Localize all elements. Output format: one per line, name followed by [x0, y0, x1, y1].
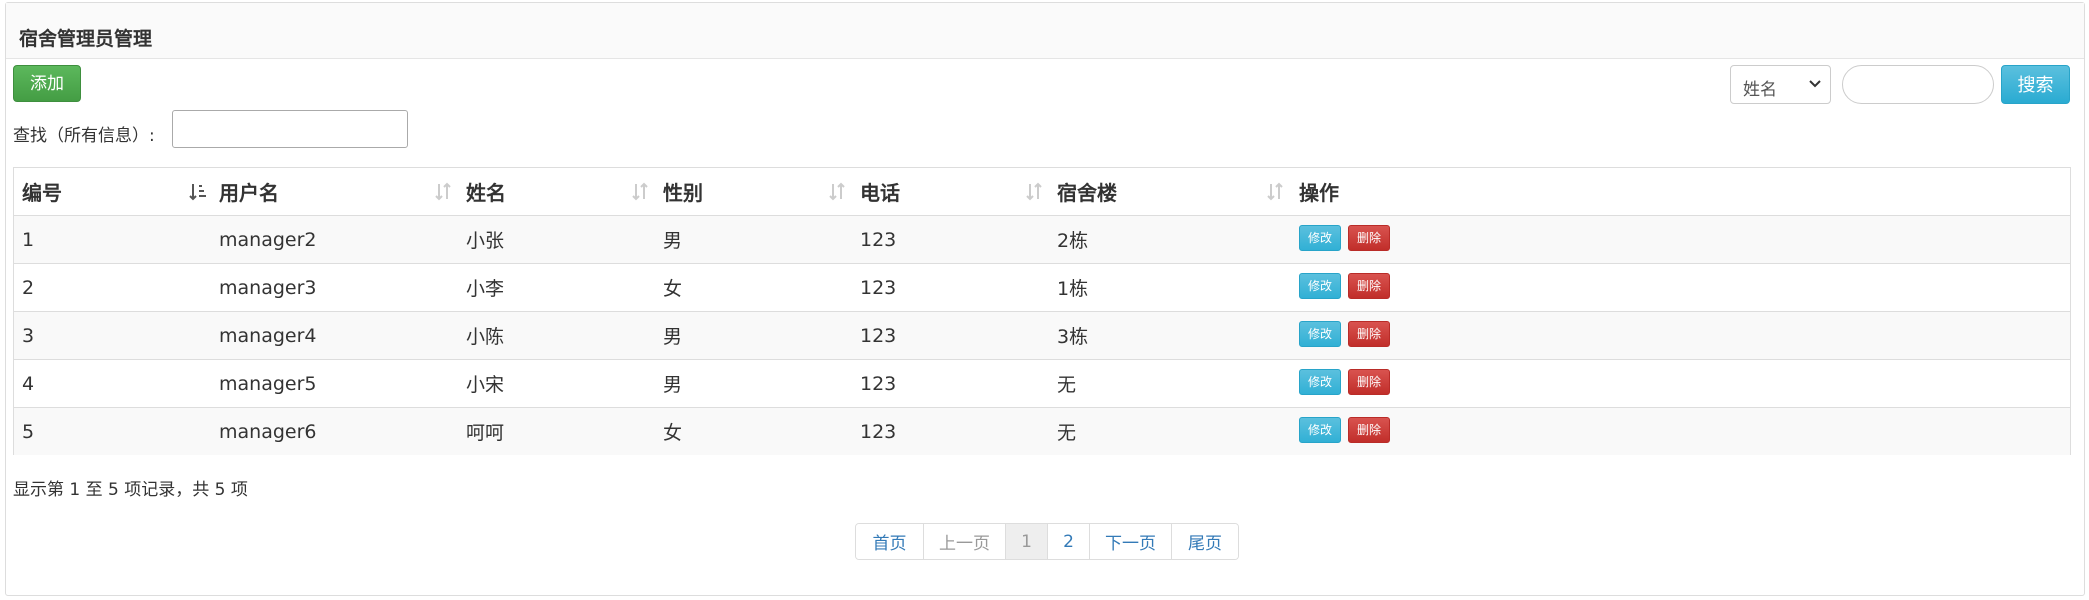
page-first[interactable]: 首页	[856, 524, 923, 559]
cell-name: 呵呵	[466, 422, 505, 444]
delete-button[interactable]: 删除	[1348, 225, 1390, 251]
cell-id: 4	[22, 372, 35, 395]
cell-gender: 女	[663, 278, 683, 300]
search-button[interactable]: 搜索	[2001, 65, 2070, 104]
table-header-row: 编号 用户名 姓名 性别 电话 宿舍楼 操作	[14, 168, 2070, 215]
cell-id: 3	[22, 324, 35, 347]
column-header-id[interactable]: 编号	[22, 168, 62, 215]
chevron-down-icon	[1809, 80, 1821, 88]
cell-username: manager2	[219, 228, 317, 251]
cell-phone: 123	[860, 276, 897, 299]
sort-both-icon[interactable]	[826, 181, 848, 203]
edit-button[interactable]: 修改	[1299, 273, 1341, 299]
edit-button[interactable]: 修改	[1299, 417, 1341, 443]
cell-id: 2	[22, 276, 35, 299]
manager-table: 编号 用户名 姓名 性别 电话 宿舍楼 操作 1 manager2 小张 男 1…	[13, 167, 2071, 455]
cell-username: manager6	[219, 420, 317, 443]
cell-id: 1	[22, 228, 35, 251]
delete-button[interactable]: 删除	[1348, 369, 1390, 395]
cell-name: 小张	[466, 230, 505, 252]
page-prev: 上一页	[923, 524, 1005, 559]
sort-both-icon[interactable]	[1264, 181, 1286, 203]
cell-username: manager3	[219, 276, 317, 299]
cell-gender: 男	[663, 230, 683, 252]
cell-name: 小宋	[466, 374, 505, 396]
cell-building: 无	[1057, 422, 1077, 444]
column-header-username[interactable]: 用户名	[219, 168, 279, 215]
cell-phone: 123	[860, 324, 897, 347]
filter-label: 查找（所有信息）:	[13, 126, 155, 146]
sort-asc-icon[interactable]	[187, 181, 209, 203]
column-header-actions: 操作	[1299, 181, 1339, 205]
sort-both-icon[interactable]	[1023, 181, 1045, 203]
page-title: 宿舍管理员管理	[19, 28, 153, 50]
sort-both-icon[interactable]	[629, 181, 651, 203]
cell-id: 5	[22, 420, 35, 443]
column-header-phone[interactable]: 电话	[860, 168, 900, 215]
cell-gender: 男	[663, 326, 683, 348]
cell-username: manager4	[219, 324, 317, 347]
table-row: 4 manager5 小宋 男 123 无 修改 删除	[14, 359, 2070, 407]
table-info: 显示第 1 至 5 项记录，共 5 项	[13, 480, 248, 500]
table-row: 5 manager6 呵呵 女 123 无 修改 删除	[14, 407, 2070, 455]
pagination: 首页 上一页 1 2 下一页 尾页	[855, 523, 1239, 560]
cell-building: 无	[1057, 374, 1077, 396]
delete-button[interactable]: 删除	[1348, 321, 1390, 347]
column-header-gender[interactable]: 性别	[663, 168, 703, 215]
search-input[interactable]	[1842, 65, 1994, 104]
page-next[interactable]: 下一页	[1089, 524, 1171, 559]
add-button[interactable]: 添加	[13, 65, 81, 102]
cell-phone: 123	[860, 228, 897, 251]
table-row: 2 manager3 小李 女 123 1栋 修改 删除	[14, 263, 2070, 311]
page-1[interactable]: 1	[1005, 524, 1047, 559]
search-field-select[interactable]: 姓名	[1730, 65, 1831, 104]
page-last[interactable]: 尾页	[1171, 524, 1238, 559]
cell-phone: 123	[860, 420, 897, 443]
cell-building: 1栋	[1057, 278, 1089, 300]
cell-building: 3栋	[1057, 326, 1089, 348]
column-header-building[interactable]: 宿舍楼	[1057, 168, 1117, 215]
search-field-selected: 姓名	[1743, 80, 1777, 100]
cell-gender: 女	[663, 422, 683, 444]
cell-gender: 男	[663, 374, 683, 396]
cell-name: 小李	[466, 278, 505, 300]
panel-heading: 宿舍管理员管理	[6, 3, 2084, 59]
cell-phone: 123	[860, 372, 897, 395]
column-header-name[interactable]: 姓名	[466, 168, 506, 215]
sort-both-icon[interactable]	[432, 181, 454, 203]
page-2[interactable]: 2	[1047, 524, 1089, 559]
filter-input[interactable]	[172, 110, 408, 148]
edit-button[interactable]: 修改	[1299, 225, 1341, 251]
cell-building: 2栋	[1057, 230, 1089, 252]
edit-button[interactable]: 修改	[1299, 321, 1341, 347]
edit-button[interactable]: 修改	[1299, 369, 1341, 395]
cell-name: 小陈	[466, 326, 505, 348]
delete-button[interactable]: 删除	[1348, 273, 1390, 299]
delete-button[interactable]: 删除	[1348, 417, 1390, 443]
table-row: 1 manager2 小张 男 123 2栋 修改 删除	[14, 215, 2070, 263]
cell-username: manager5	[219, 372, 317, 395]
table-row: 3 manager4 小陈 男 123 3栋 修改 删除	[14, 311, 2070, 359]
